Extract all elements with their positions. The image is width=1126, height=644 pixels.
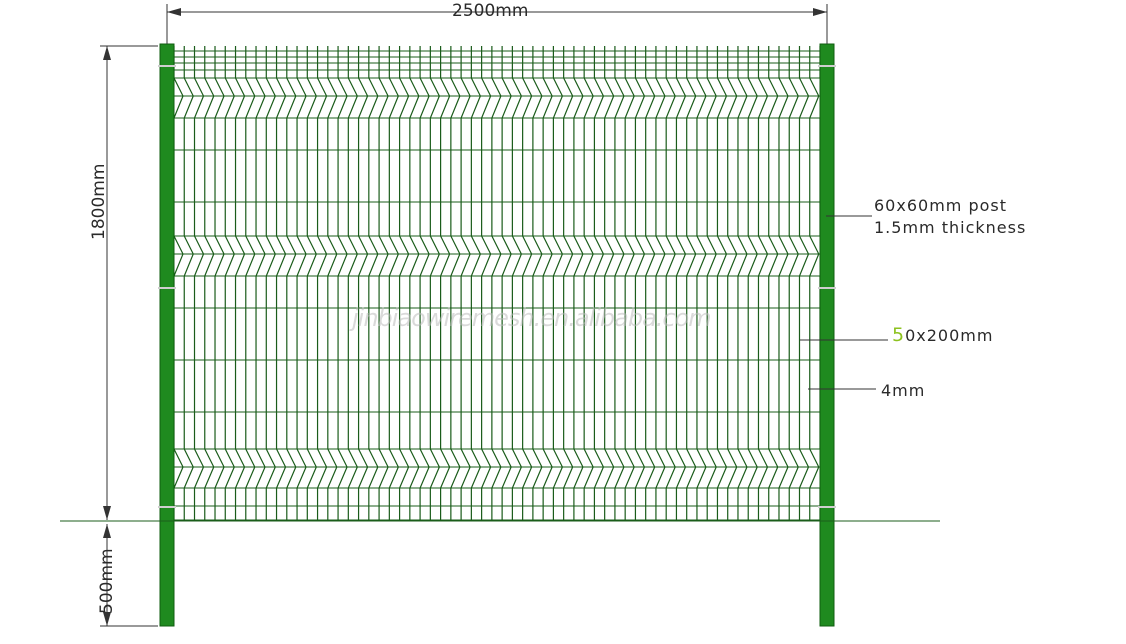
arrow-head [813,8,827,16]
mesh-size-first-digit: 5 [892,324,906,346]
wire-mesh-panel [173,46,830,521]
arrow-head [103,524,111,538]
post-size-callout: 60x60mm post [874,196,1007,215]
wire-diameter-callout: 4mm [881,381,926,400]
watermark-text: jinbiaowiremesh.en.alibaba.com [352,304,712,332]
mesh-size-callout: 50x200mm [892,326,993,345]
left-post [159,43,175,627]
arrow-head [103,506,111,520]
height-dimension-label: 1800mm [89,163,109,240]
width-dimension-label: 2500mm [452,1,529,21]
right-post [819,43,835,627]
arrow-head [103,612,111,626]
arrow-head [103,46,111,60]
mesh-size-rest: 0x200mm [905,326,994,345]
post-thickness-callout: 1.5mm thickness [874,218,1027,237]
arrow-head [167,8,181,16]
depth-dimension-label: 500mm [97,548,117,614]
fence-posts [158,43,836,627]
